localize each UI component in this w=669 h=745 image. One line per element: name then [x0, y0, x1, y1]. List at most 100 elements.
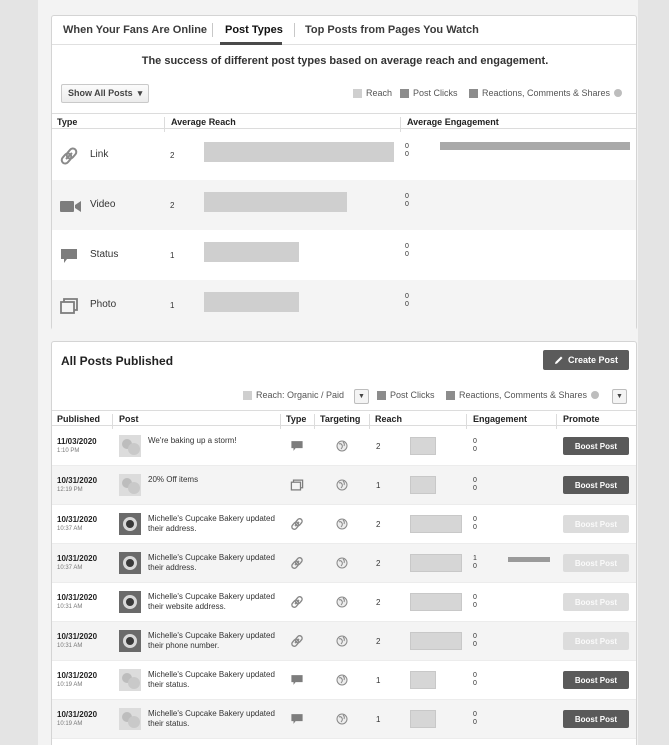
published-time: 10:19 AM [57, 682, 83, 688]
post-row[interactable]: 10/31/2020 10:31 AM Michelle's Cupcake B… [52, 583, 636, 622]
col-targeting: Targeting [320, 414, 361, 424]
legend-label: Reactions, Comments & Shares [482, 88, 611, 98]
reach-swatch [353, 88, 362, 98]
chevron-down-icon: ▾ [135, 88, 143, 98]
reactions-swatch [469, 88, 478, 98]
speech-bubble-icon [59, 246, 83, 266]
reach-bar [410, 554, 462, 572]
legend-label: Reach: Organic / Paid [256, 390, 345, 400]
post-text[interactable]: We're baking up a storm! [148, 436, 278, 446]
reactions-value: 0 [473, 524, 477, 531]
type-name: Video [90, 199, 116, 210]
post-thumbnail[interactable] [119, 474, 141, 496]
post-text[interactable]: Michelle's Cupcake Bakery updated their … [148, 631, 278, 651]
average-reach-value: 2 [170, 201, 175, 210]
post-row[interactable]: 10/31/2020 10:37 AM Michelle's Cupcake B… [52, 544, 636, 583]
legend-label: Reach [366, 88, 393, 98]
published-time: 1:10 PM [57, 448, 80, 454]
info-icon[interactable] [591, 391, 600, 399]
legend-reach-organic-paid[interactable]: Reach: Organic / Paid [243, 390, 344, 400]
post-clicks-value: 0 [405, 243, 409, 250]
boost-post-button[interactable]: Boost Post [563, 632, 629, 650]
col-average-reach: Average Reach [171, 117, 236, 127]
engagement-values: 0 0 [405, 143, 409, 159]
average-reach-bar [204, 142, 394, 162]
post-text[interactable]: Michelle's Cupcake Bakery updated their … [148, 592, 278, 612]
published-time: 12:19 PM [57, 487, 83, 493]
post-row[interactable]: 11/03/2020 1:10 PM We're baking up a sto… [52, 427, 636, 466]
globe-icon [336, 439, 348, 452]
post-thumbnail[interactable] [119, 591, 141, 613]
boost-post-button[interactable]: Boost Post [563, 671, 629, 689]
legend-reach[interactable]: Reach [353, 88, 392, 98]
globe-icon [336, 595, 348, 608]
legend-reactions[interactable]: Reactions, Comments & Shares [469, 88, 623, 98]
link-icon [290, 517, 304, 531]
pencil-icon [554, 356, 563, 364]
tab-when-fans-online[interactable]: When Your Fans Are Online [63, 24, 207, 36]
average-reach-value: 1 [170, 301, 175, 310]
boost-post-button[interactable]: Boost Post [563, 554, 629, 572]
post-clicks-swatch [400, 88, 409, 98]
boost-post-button[interactable]: Boost Post [563, 515, 629, 533]
legend-reactions[interactable]: Reactions, Comments & Shares [446, 390, 600, 400]
col-published[interactable]: Published [57, 414, 100, 424]
insights-tabs: When Your Fans Are Online Post Types Top… [52, 16, 636, 45]
legend-post-clicks[interactable]: Post Clicks [377, 390, 435, 400]
post-text[interactable]: Michelle's Cupcake Bakery updated their … [148, 514, 278, 534]
reach-value: 1 [376, 715, 381, 724]
reach-bar [410, 593, 462, 611]
reach-bar [410, 710, 436, 728]
engagement-values: 0 0 [473, 672, 477, 688]
published-time: 10:31 AM [57, 643, 83, 649]
boost-post-button[interactable]: Boost Post [563, 710, 629, 728]
post-text[interactable]: Michelle's Cupcake Bakery updated their … [148, 553, 278, 573]
post-clicks-value: 0 [473, 516, 477, 523]
post-row[interactable]: 10/31/2020 12:19 PM 20% Off items 1 0 0 … [52, 466, 636, 505]
post-thumbnail[interactable] [119, 630, 141, 652]
post-thumbnail[interactable] [119, 669, 141, 691]
legend-label: Reactions, Comments & Shares [459, 390, 588, 400]
post-row[interactable]: 10/31/2020 10:31 AM Michelle's Cupcake B… [52, 622, 636, 661]
post-text[interactable]: Michelle's Cupcake Bakery updated their … [148, 670, 278, 690]
engagement-options-dropdown[interactable]: ▼ [612, 389, 627, 404]
post-thumbnail[interactable] [119, 435, 141, 457]
post-row[interactable]: 10/31/2020 10:37 AM Michelle's Cupcake B… [52, 505, 636, 544]
tab-post-types[interactable]: Post Types [225, 24, 283, 36]
post-text[interactable]: 20% Off items [148, 475, 278, 485]
post-types-card: When Your Fans Are Online Post Types Top… [51, 15, 637, 330]
reactions-value: 0 [473, 719, 477, 726]
reach-swatch [243, 390, 252, 400]
reactions-value: 0 [473, 680, 477, 687]
reach-value: 2 [376, 598, 381, 607]
published-date: 10/31/2020 [57, 554, 98, 563]
boost-post-button[interactable]: Boost Post [563, 437, 629, 455]
engagement-values: 0 0 [473, 477, 477, 493]
type-row: Link 2 0 0 [52, 130, 636, 180]
post-clicks-value: 0 [473, 438, 477, 445]
post-thumbnail[interactable] [119, 513, 141, 535]
post-text[interactable]: Michelle's Cupcake Bakery updated their … [148, 709, 278, 729]
post-thumbnail[interactable] [119, 552, 141, 574]
boost-post-button[interactable]: Boost Post [563, 593, 629, 611]
post-row[interactable]: 10/31/2020 10:19 AM Michelle's Cupcake B… [52, 661, 636, 700]
legend-post-clicks[interactable]: Post Clicks [400, 88, 458, 98]
published-date: 10/31/2020 [57, 632, 98, 641]
legend-label: Post Clicks [413, 88, 458, 98]
average-reach-bar [204, 242, 299, 262]
reach-bar [410, 437, 436, 455]
post-thumbnail[interactable] [119, 708, 141, 730]
show-all-posts-dropdown[interactable]: Show All Posts ▾ [61, 84, 150, 103]
post-row[interactable]: 10/31/2020 10:19 AM Michelle's Cupcake B… [52, 700, 636, 739]
post-clicks-value: 0 [473, 711, 477, 718]
tab-top-posts-pages-watch[interactable]: Top Posts from Pages You Watch [305, 24, 479, 36]
globe-icon [336, 634, 348, 647]
reactions-value: 0 [405, 251, 409, 258]
boost-post-button[interactable]: Boost Post [563, 476, 629, 494]
info-icon[interactable] [614, 89, 623, 97]
engagement-values: 0 0 [473, 516, 477, 532]
reactions-swatch [446, 390, 455, 400]
globe-icon [336, 712, 348, 725]
create-post-button[interactable]: Create Post [543, 350, 629, 370]
reach-options-dropdown[interactable]: ▼ [354, 389, 369, 404]
